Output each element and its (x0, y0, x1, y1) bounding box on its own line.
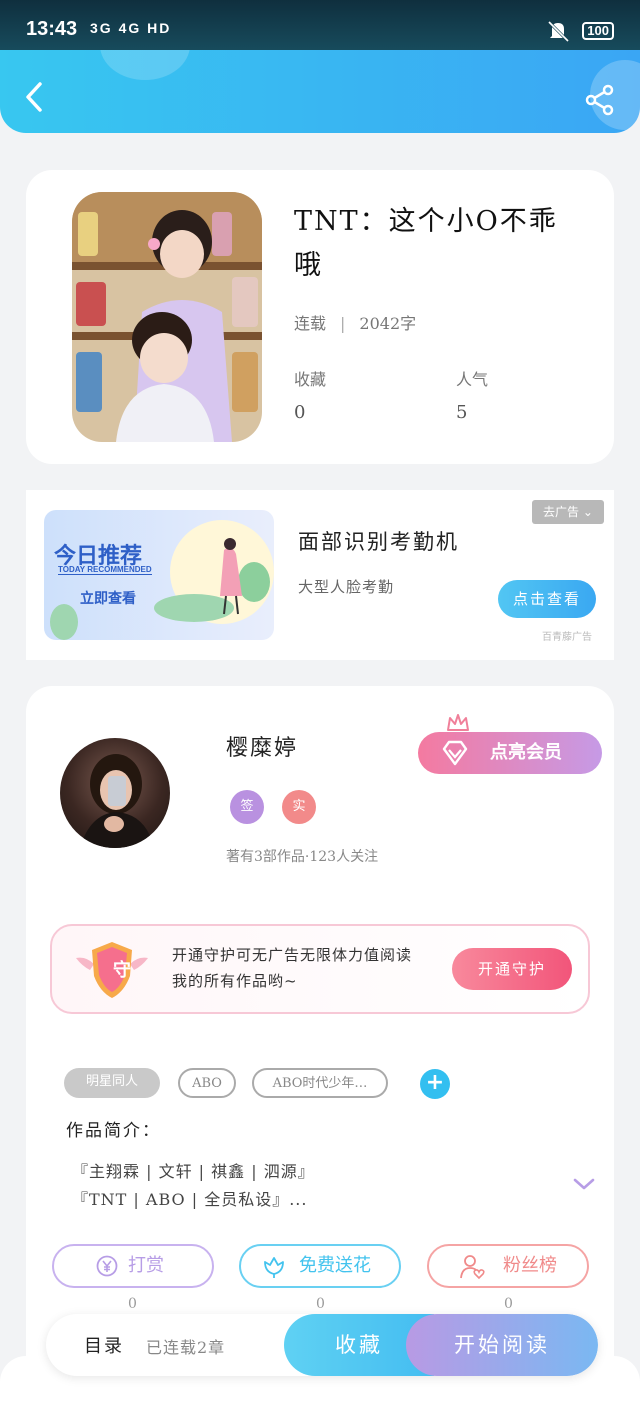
bottom-action-bar: 目录 已连载2章 收藏 开始阅读 (46, 1314, 598, 1376)
ad-image-subtitle: TODAY RECOMMENDED (58, 565, 152, 575)
vip-label: 点亮会员 (490, 742, 562, 763)
fan-ranking-label: 粉丝榜 (503, 1255, 557, 1276)
intro-label: 作品简介： (66, 1121, 161, 1141)
chapter-count: 已连载2章 (146, 1338, 226, 1357)
popularity-label: 人气 (456, 370, 489, 389)
ad-illustration (44, 510, 274, 640)
guard-banner[interactable]: 守 开通守护可无广告无限体力值阅读我的所有作品哟~ 开通守护 (50, 924, 590, 1014)
mute-icon (547, 20, 570, 42)
remove-ad-label: 去广告 (543, 505, 580, 519)
flower-icon (264, 1257, 284, 1278)
author-avatar[interactable] (60, 738, 170, 848)
tag-item[interactable]: ABO (178, 1068, 236, 1098)
fan-user-icon (460, 1255, 485, 1280)
send-flower-button[interactable]: 免费送花 (239, 1244, 401, 1288)
word-count: 2042字 (359, 314, 417, 333)
book-title: TNT：这个小O不乖哦 (294, 206, 558, 281)
book-info-card: TNT：这个小O不乖哦 连载 | 2042字 收藏 0 人气 5 (26, 170, 614, 464)
book-cover-image[interactable] (72, 192, 262, 442)
fans-count: 0 (504, 1296, 513, 1312)
author-stats: 著有3部作品·123人关注 (226, 849, 379, 865)
ad-title: 面部识别考勤机 (298, 530, 459, 554)
chevron-down-icon: ⌄ (582, 505, 593, 519)
add-tag-button[interactable]: + (420, 1069, 450, 1099)
yen-coin-icon (96, 1255, 118, 1277)
intro-line-1: 『主翔霖 | 文轩 | 祺鑫 | 泗源』 (72, 1162, 315, 1181)
ad-subtitle: 大型人脸考勤 (298, 578, 395, 596)
tag-item[interactable]: ABO时代少年… (252, 1068, 388, 1098)
author-name[interactable]: 樱糜婷 (226, 730, 298, 762)
start-reading-button[interactable]: 开始阅读 (406, 1314, 598, 1376)
diamond-icon (442, 740, 468, 766)
share-icon[interactable] (584, 84, 616, 116)
vip-button[interactable]: 点亮会员 (418, 732, 602, 774)
verified-badge: 实 (282, 790, 316, 824)
favorites-value: 0 (294, 402, 306, 423)
ad-view-button[interactable]: 点击查看 (498, 580, 596, 618)
ad-banner[interactable]: 今日推荐 TODAY RECOMMENDED 立即查看 去广告 ⌄ 面部识别考勤… (26, 490, 614, 660)
tip-label: 打赏 (128, 1255, 164, 1276)
author-card: 樱糜婷 签 实 著有3部作品·123人关注 点亮会员 守 开通守护可无广告无限体… (26, 686, 614, 1422)
remove-ad-button[interactable]: 去广告 ⌄ (532, 500, 604, 524)
serial-status: 连载 (294, 314, 327, 333)
ad-source: 百青藤广告 (542, 632, 592, 643)
expand-chevron-icon[interactable] (572, 1176, 596, 1192)
fan-ranking-button[interactable]: 粉丝榜 (427, 1244, 589, 1288)
ad-image-cta: 立即查看 (80, 591, 136, 607)
intro-line-2: 『TNT | ABO | 全员私设』... (72, 1190, 308, 1209)
status-time: 13:43 (26, 18, 78, 40)
header-decoration (100, 50, 190, 80)
table-of-contents-button[interactable]: 目录 (84, 1332, 124, 1358)
book-meta: 连载 | 2042字 (294, 310, 416, 334)
signed-badge: 签 (230, 790, 264, 824)
avatar-photo (80, 754, 154, 848)
ad-image[interactable]: 今日推荐 TODAY RECOMMENDED 立即查看 (44, 510, 274, 640)
favorites-label: 收藏 (294, 370, 327, 389)
send-flower-label: 免费送花 (299, 1255, 371, 1276)
popularity-value: 5 (456, 402, 468, 423)
guard-shield-char: 守 (113, 960, 131, 981)
battery-icon: 100 (582, 22, 614, 40)
top-nav-bar (0, 50, 640, 133)
open-guard-button[interactable]: 开通守护 (452, 948, 572, 990)
crown-icon (447, 714, 469, 731)
tip-button[interactable]: 打赏 (52, 1244, 214, 1288)
status-bar: 13:43 3G 4G HD 100 (0, 0, 640, 50)
back-arrow-icon[interactable] (20, 80, 50, 114)
signal-icons: 3G 4G HD (90, 20, 172, 36)
meta-divider: | (340, 314, 346, 333)
tip-count: 0 (128, 1296, 137, 1312)
guard-description: 开通守护可无广告无限体力值阅读我的所有作品哟~ (172, 946, 413, 990)
tag-item[interactable]: 明星同人 (64, 1068, 160, 1098)
flower-count: 0 (316, 1296, 325, 1312)
